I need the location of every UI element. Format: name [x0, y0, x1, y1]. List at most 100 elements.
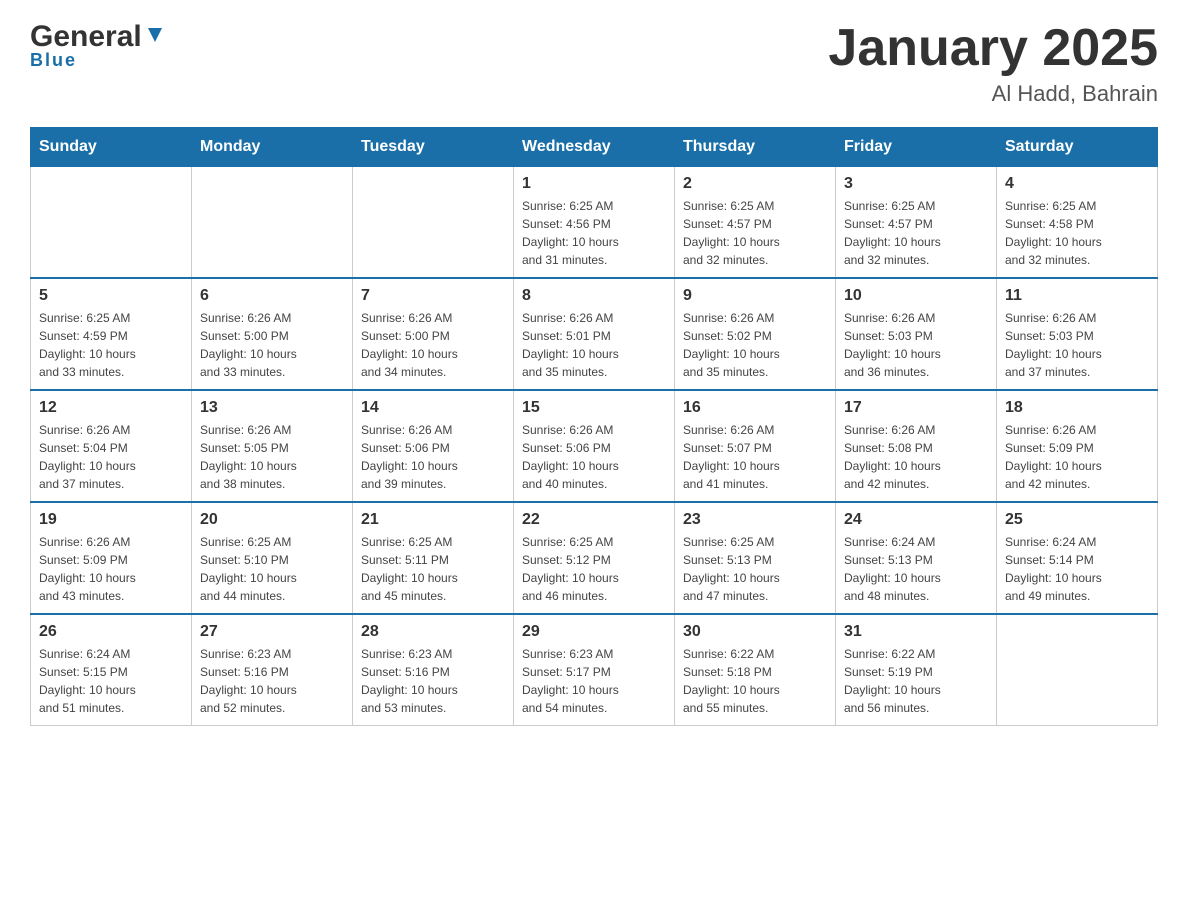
calendar-cell: 24 Sunrise: 6:24 AM Sunset: 5:13 PM Dayli…: [836, 502, 997, 614]
day-number: 16: [683, 399, 827, 417]
day-number: 31: [844, 623, 988, 641]
calendar-cell: 13 Sunrise: 6:26 AM Sunset: 5:05 PM Dayli…: [192, 390, 353, 502]
day-info: Sunrise: 6:26 AM Sunset: 5:09 PM Dayligh…: [1005, 421, 1149, 493]
day-number: 4: [1005, 175, 1149, 193]
day-of-week-header: Tuesday: [353, 128, 514, 167]
day-info: Sunrise: 6:26 AM Sunset: 5:02 PM Dayligh…: [683, 309, 827, 381]
logo-blue-text: Blue: [30, 50, 77, 71]
calendar-cell: 28Sunrise: 6:23 AM Sunset: 5:16 PM Dayli…: [353, 614, 514, 726]
page-header: General Blue January 2025 Al Hadd, Bahra…: [30, 20, 1158, 107]
calendar-cell: 23 Sunrise: 6:25 AM Sunset: 5:13 PM Dayli…: [675, 502, 836, 614]
day-number: 12: [39, 399, 183, 417]
day-number: 14: [361, 399, 505, 417]
calendar-cell: 9 Sunrise: 6:26 AM Sunset: 5:02 PM Daylig…: [675, 278, 836, 390]
logo: General Blue: [30, 20, 166, 71]
calendar-cell: 6 Sunrise: 6:26 AM Sunset: 5:00 PM Daylig…: [192, 278, 353, 390]
calendar-cell: 11 Sunrise: 6:26 AM Sunset: 5:03 PM Dayli…: [997, 278, 1158, 390]
calendar-cell: 17Sunrise: 6:26 AM Sunset: 5:08 PM Dayli…: [836, 390, 997, 502]
day-info: Sunrise: 6:23 AM Sunset: 5:16 PM Dayligh…: [361, 645, 505, 717]
calendar-cell: 18 Sunrise: 6:26 AM Sunset: 5:09 PM Dayli…: [997, 390, 1158, 502]
day-number: 8: [522, 287, 666, 305]
day-info: Sunrise: 6:22 AM Sunset: 5:19 PM Dayligh…: [844, 645, 988, 717]
day-number: 20: [200, 511, 344, 529]
day-info: Sunrise: 6:26 AM Sunset: 5:06 PM Dayligh…: [522, 421, 666, 493]
location-title: Al Hadd, Bahrain: [828, 81, 1158, 107]
calendar-cell: 10 Sunrise: 6:26 AM Sunset: 5:03 PM Dayli…: [836, 278, 997, 390]
day-number: 2: [683, 175, 827, 193]
calendar-cell: 26Sunrise: 6:24 AM Sunset: 5:15 PM Dayli…: [31, 614, 192, 726]
day-number: 6: [200, 287, 344, 305]
calendar-cell: 15 Sunrise: 6:26 AM Sunset: 5:06 PM Dayli…: [514, 390, 675, 502]
day-number: 3: [844, 175, 988, 193]
calendar-cell: 3 Sunrise: 6:25 AM Sunset: 4:57 PM Daylig…: [836, 167, 997, 279]
day-info: Sunrise: 6:26 AM Sunset: 5:05 PM Dayligh…: [200, 421, 344, 493]
day-info: Sunrise: 6:25 AM Sunset: 5:10 PM Dayligh…: [200, 533, 344, 605]
day-info: Sunrise: 6:23 AM Sunset: 5:17 PM Dayligh…: [522, 645, 666, 717]
calendar-cell: 5Sunrise: 6:25 AM Sunset: 4:59 PM Daylig…: [31, 278, 192, 390]
logo-general-text: General: [30, 20, 142, 54]
day-info: Sunrise: 6:25 AM Sunset: 4:58 PM Dayligh…: [1005, 197, 1149, 269]
day-number: 9: [683, 287, 827, 305]
day-info: Sunrise: 6:25 AM Sunset: 4:56 PM Dayligh…: [522, 197, 666, 269]
day-of-week-header: Thursday: [675, 128, 836, 167]
day-number: 10: [844, 287, 988, 305]
calendar-cell: 25 Sunrise: 6:24 AM Sunset: 5:14 PM Dayli…: [997, 502, 1158, 614]
calendar-cell: 19 Sunrise: 6:26 AM Sunset: 5:09 PM Dayli…: [31, 502, 192, 614]
day-info: Sunrise: 6:25 AM Sunset: 5:13 PM Dayligh…: [683, 533, 827, 605]
day-number: 30: [683, 623, 827, 641]
calendar-cell: 12Sunrise: 6:26 AM Sunset: 5:04 PM Dayli…: [31, 390, 192, 502]
calendar-header-row: SundayMondayTuesdayWednesdayThursdayFrid…: [31, 128, 1158, 167]
day-info: Sunrise: 6:24 AM Sunset: 5:13 PM Dayligh…: [844, 533, 988, 605]
day-info: Sunrise: 6:26 AM Sunset: 5:09 PM Dayligh…: [39, 533, 183, 605]
logo-triangle-icon: [144, 24, 166, 46]
calendar-cell: 1Sunrise: 6:25 AM Sunset: 4:56 PM Daylig…: [514, 167, 675, 279]
title-block: January 2025 Al Hadd, Bahrain: [828, 20, 1158, 107]
day-info: Sunrise: 6:24 AM Sunset: 5:15 PM Dayligh…: [39, 645, 183, 717]
day-number: 23: [683, 511, 827, 529]
day-info: Sunrise: 6:26 AM Sunset: 5:03 PM Dayligh…: [1005, 309, 1149, 381]
day-number: 13: [200, 399, 344, 417]
day-number: 11: [1005, 287, 1149, 305]
day-info: Sunrise: 6:26 AM Sunset: 5:03 PM Dayligh…: [844, 309, 988, 381]
day-info: Sunrise: 6:24 AM Sunset: 5:14 PM Dayligh…: [1005, 533, 1149, 605]
day-info: Sunrise: 6:25 AM Sunset: 4:57 PM Dayligh…: [683, 197, 827, 269]
calendar-week-row: 5Sunrise: 6:25 AM Sunset: 4:59 PM Daylig…: [31, 278, 1158, 390]
calendar-cell: 22 Sunrise: 6:25 AM Sunset: 5:12 PM Dayli…: [514, 502, 675, 614]
day-info: Sunrise: 6:23 AM Sunset: 5:16 PM Dayligh…: [200, 645, 344, 717]
day-number: 17: [844, 399, 988, 417]
day-number: 7: [361, 287, 505, 305]
day-number: 29: [522, 623, 666, 641]
month-title: January 2025: [828, 20, 1158, 77]
calendar-cell: 30 Sunrise: 6:22 AM Sunset: 5:18 PM Dayli…: [675, 614, 836, 726]
day-info: Sunrise: 6:26 AM Sunset: 5:07 PM Dayligh…: [683, 421, 827, 493]
day-of-week-header: Saturday: [997, 128, 1158, 167]
day-info: Sunrise: 6:25 AM Sunset: 4:57 PM Dayligh…: [844, 197, 988, 269]
day-number: 21: [361, 511, 505, 529]
day-number: 22: [522, 511, 666, 529]
day-number: 5: [39, 287, 183, 305]
day-info: Sunrise: 6:25 AM Sunset: 5:11 PM Dayligh…: [361, 533, 505, 605]
calendar-cell: 16 Sunrise: 6:26 AM Sunset: 5:07 PM Dayli…: [675, 390, 836, 502]
calendar-cell: 7Sunrise: 6:26 AM Sunset: 5:00 PM Daylig…: [353, 278, 514, 390]
day-number: 18: [1005, 399, 1149, 417]
calendar-week-row: 12Sunrise: 6:26 AM Sunset: 5:04 PM Dayli…: [31, 390, 1158, 502]
day-number: 24: [844, 511, 988, 529]
calendar-cell: 31 Sunrise: 6:22 AM Sunset: 5:19 PM Dayli…: [836, 614, 997, 726]
calendar-cell: 4 Sunrise: 6:25 AM Sunset: 4:58 PM Daylig…: [997, 167, 1158, 279]
calendar-cell: 2 Sunrise: 6:25 AM Sunset: 4:57 PM Daylig…: [675, 167, 836, 279]
day-number: 25: [1005, 511, 1149, 529]
day-info: Sunrise: 6:25 AM Sunset: 5:12 PM Dayligh…: [522, 533, 666, 605]
calendar-cell: [353, 167, 514, 279]
day-info: Sunrise: 6:22 AM Sunset: 5:18 PM Dayligh…: [683, 645, 827, 717]
calendar-cell: 20 Sunrise: 6:25 AM Sunset: 5:10 PM Dayli…: [192, 502, 353, 614]
calendar-cell: 8Sunrise: 6:26 AM Sunset: 5:01 PM Daylig…: [514, 278, 675, 390]
day-info: Sunrise: 6:26 AM Sunset: 5:06 PM Dayligh…: [361, 421, 505, 493]
calendar-cell: 27Sunrise: 6:23 AM Sunset: 5:16 PM Dayli…: [192, 614, 353, 726]
calendar-week-row: 19 Sunrise: 6:26 AM Sunset: 5:09 PM Dayli…: [31, 502, 1158, 614]
day-of-week-header: Monday: [192, 128, 353, 167]
day-info: Sunrise: 6:26 AM Sunset: 5:00 PM Dayligh…: [200, 309, 344, 381]
calendar-cell: [31, 167, 192, 279]
calendar-table: SundayMondayTuesdayWednesdayThursdayFrid…: [30, 127, 1158, 726]
day-number: 19: [39, 511, 183, 529]
day-number: 15: [522, 399, 666, 417]
